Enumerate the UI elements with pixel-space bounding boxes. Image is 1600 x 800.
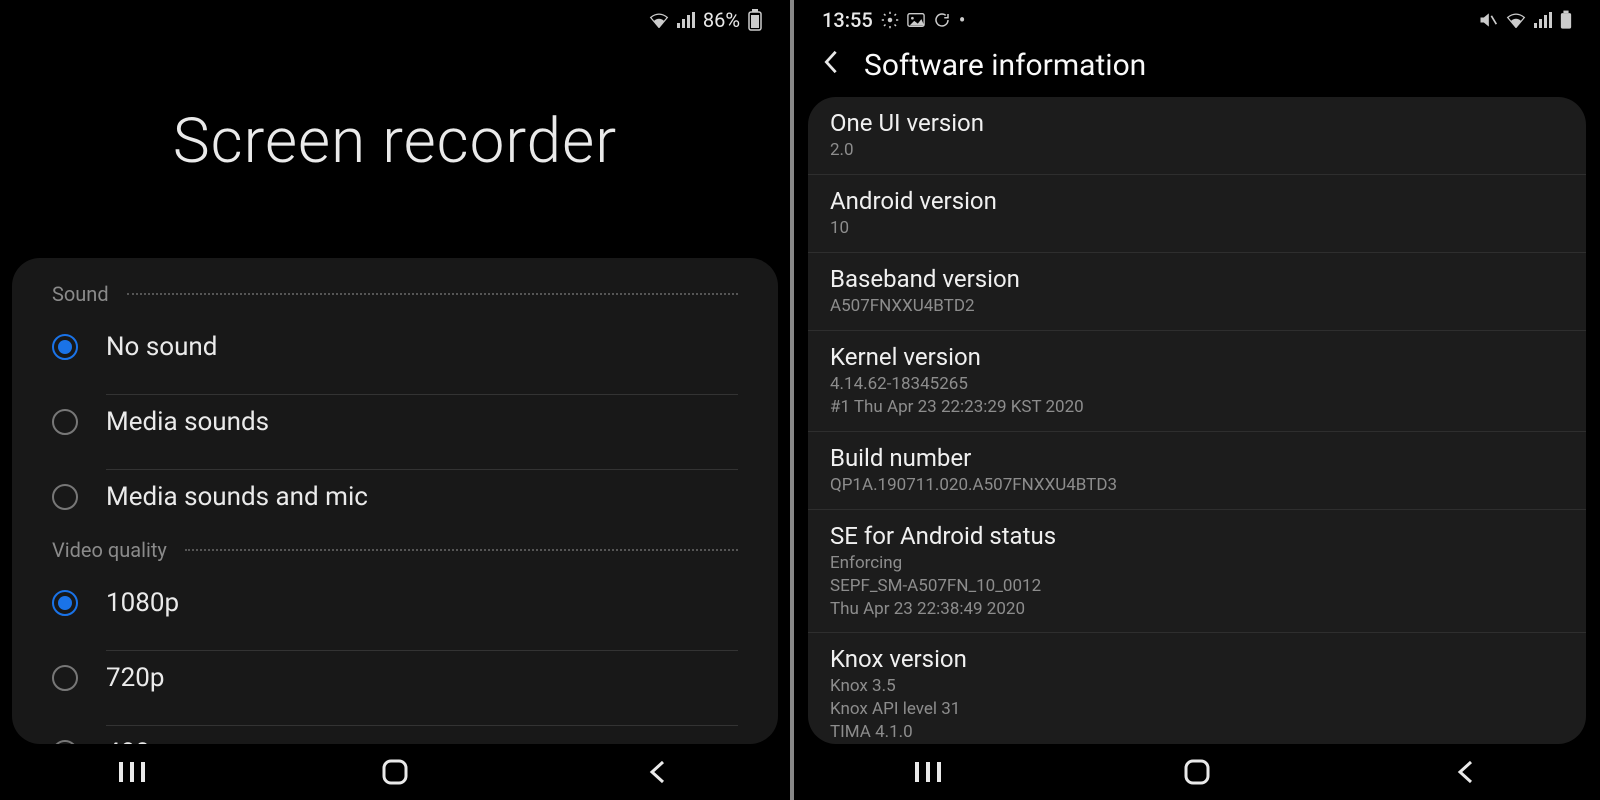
info-knox-version[interactable]: Knox version Knox 3.5 Knox API level 31 … bbox=[808, 633, 1586, 744]
mute-icon bbox=[1478, 11, 1498, 29]
wifi-icon bbox=[1506, 12, 1526, 28]
radio-480p[interactable]: 480p bbox=[12, 715, 778, 744]
section-header-sound: Sound bbox=[12, 278, 778, 310]
section-header-video-quality: Video quality bbox=[12, 534, 778, 566]
nav-back-button[interactable] bbox=[1426, 760, 1506, 784]
info-value: A507FNXXU4BTD2 bbox=[830, 295, 1564, 318]
section-label: Video quality bbox=[52, 538, 167, 562]
sound-radio-group: No sound Media sounds Media sounds and m… bbox=[12, 310, 778, 534]
info-value: 2.0 bbox=[830, 139, 1564, 162]
status-dot: • bbox=[959, 8, 966, 32]
battery-icon bbox=[748, 9, 762, 31]
settings-icon bbox=[881, 11, 899, 29]
nav-back-button[interactable] bbox=[618, 760, 698, 784]
battery-percent: 86% bbox=[703, 8, 740, 32]
radio-media-sounds[interactable]: Media sounds bbox=[12, 384, 778, 459]
radio-indicator bbox=[52, 484, 78, 510]
radio-indicator bbox=[52, 665, 78, 691]
nav-recents-button[interactable] bbox=[92, 762, 172, 782]
info-title: One UI version bbox=[830, 109, 1564, 137]
app-bar: Software information bbox=[794, 40, 1600, 97]
status-time: 13:55 bbox=[822, 8, 873, 32]
radio-label: 720p bbox=[106, 663, 738, 693]
radio-label: Media sounds and mic bbox=[106, 482, 738, 512]
radio-indicator bbox=[52, 740, 78, 745]
radio-indicator bbox=[52, 590, 78, 616]
nav-recents-button[interactable] bbox=[888, 762, 968, 782]
nav-home-button[interactable] bbox=[1157, 759, 1237, 785]
page-title: Screen recorder bbox=[0, 40, 790, 258]
section-divider bbox=[127, 293, 738, 295]
nav-bar bbox=[0, 744, 790, 800]
section-label: Sound bbox=[52, 282, 109, 306]
radio-indicator bbox=[52, 334, 78, 360]
software-info-phone: 13:55 • Software information One UI vers… bbox=[794, 0, 1600, 800]
radio-720p[interactable]: 720p bbox=[12, 640, 778, 715]
status-bar: 86% bbox=[0, 0, 790, 40]
info-title: Build number bbox=[830, 444, 1564, 472]
info-one-ui-version[interactable]: One UI version 2.0 bbox=[808, 97, 1586, 175]
battery-icon bbox=[1560, 10, 1572, 30]
nav-home-button[interactable] bbox=[355, 759, 435, 785]
signal-icon bbox=[677, 12, 695, 28]
radio-media-sounds-mic[interactable]: Media sounds and mic bbox=[12, 459, 778, 534]
info-value: 4.14.62-18345265 #1 Thu Apr 23 22:23:29 … bbox=[830, 373, 1564, 419]
info-title: SE for Android status bbox=[830, 522, 1564, 550]
nav-bar bbox=[794, 744, 1600, 800]
page-title: Software information bbox=[864, 48, 1146, 83]
refresh-icon bbox=[933, 11, 951, 29]
info-kernel-version[interactable]: Kernel version 4.14.62-18345265 #1 Thu A… bbox=[808, 331, 1586, 432]
radio-label: No sound bbox=[106, 332, 738, 362]
info-build-number[interactable]: Build number QP1A.190711.020.A507FNXXU4B… bbox=[808, 432, 1586, 510]
info-title: Knox version bbox=[830, 645, 1564, 673]
info-title: Baseband version bbox=[830, 265, 1564, 293]
options-card: Sound No sound Media sounds Media sounds… bbox=[12, 258, 778, 744]
radio-1080p[interactable]: 1080p bbox=[12, 566, 778, 640]
info-se-android-status[interactable]: SE for Android status Enforcing SEPF_SM-… bbox=[808, 510, 1586, 634]
info-android-version[interactable]: Android version 10 bbox=[808, 175, 1586, 253]
info-baseband-version[interactable]: Baseband version A507FNXXU4BTD2 bbox=[808, 253, 1586, 331]
wifi-icon bbox=[649, 12, 669, 28]
image-icon bbox=[907, 12, 925, 28]
back-button[interactable] bbox=[822, 48, 840, 83]
radio-label: 1080p bbox=[106, 588, 738, 618]
info-value: Knox 3.5 Knox API level 31 TIMA 4.1.0 bbox=[830, 675, 1564, 744]
info-title: Kernel version bbox=[830, 343, 1564, 371]
info-title: Android version bbox=[830, 187, 1564, 215]
radio-indicator bbox=[52, 409, 78, 435]
status-bar: 13:55 • bbox=[794, 0, 1600, 40]
video-radio-group: 1080p 720p 480p bbox=[12, 566, 778, 744]
section-divider bbox=[185, 549, 738, 551]
radio-no-sound[interactable]: No sound bbox=[12, 310, 778, 384]
signal-icon bbox=[1534, 12, 1552, 28]
info-card: One UI version 2.0 Android version 10 Ba… bbox=[808, 97, 1586, 744]
screen-recorder-phone: 86% Screen recorder Sound No sound Media… bbox=[0, 0, 790, 800]
info-value: Enforcing SEPF_SM-A507FN_10_0012 Thu Apr… bbox=[830, 552, 1564, 621]
info-value: QP1A.190711.020.A507FNXXU4BTD3 bbox=[830, 474, 1564, 497]
radio-label: Media sounds bbox=[106, 407, 738, 437]
info-value: 10 bbox=[830, 217, 1564, 240]
